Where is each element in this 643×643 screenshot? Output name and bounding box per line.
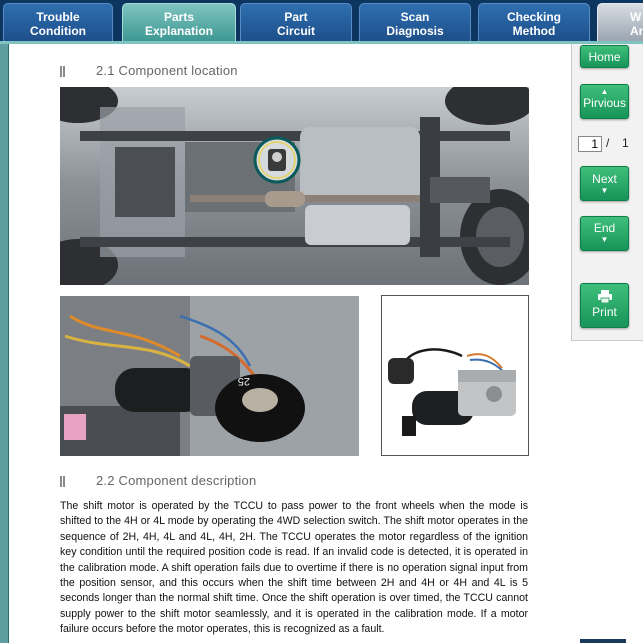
tab-parts-explanation[interactable]: Parts Explanation <box>122 3 236 41</box>
tab-part-circuit[interactable]: Part Circuit <box>240 3 352 41</box>
underbody-illustration <box>60 87 529 285</box>
end-button-label: End <box>593 221 616 235</box>
tab-label-line2: Circuit <box>276 24 315 38</box>
previous-button-label: Pirvious <box>583 96 626 110</box>
double-arrow-down-icon: ▼ <box>600 235 609 244</box>
tab-label-line2: An <box>630 24 643 38</box>
tab-label-line1: Parts <box>163 10 195 24</box>
tab-label-line2: Explanation <box>144 24 213 38</box>
print-button[interactable]: Print <box>580 283 629 328</box>
top-tab-bar: Trouble Condition Parts Explanation Part… <box>0 0 643 44</box>
tab-label-line2: Method <box>512 24 556 38</box>
tab-scan-diagnosis[interactable]: Scan Diagnosis <box>359 3 471 41</box>
transfer-case-illustration: 25 <box>60 296 359 456</box>
tab-trouble-condition[interactable]: Trouble Condition <box>3 3 113 41</box>
component-description-text: The shift motor is operated by the TCCU … <box>60 500 528 636</box>
next-button-label: Next <box>592 172 617 186</box>
page-number-input[interactable] <box>578 136 602 152</box>
home-button[interactable]: Home <box>580 45 629 68</box>
section-marker-icon <box>60 66 65 77</box>
shift-motor-illustration <box>382 296 528 455</box>
tab-label-line1: Part <box>284 10 308 24</box>
shift-motor-photo <box>381 295 529 456</box>
home-button-label: Home <box>588 50 621 64</box>
end-button[interactable]: End ▼ <box>580 216 629 251</box>
next-button[interactable]: Next ▼ <box>580 166 629 201</box>
arrow-up-icon: ▲ <box>600 87 609 96</box>
print-button-label: Print <box>592 305 617 319</box>
tab-underline <box>0 41 643 44</box>
printer-icon <box>597 290 612 303</box>
section-marker-icon <box>60 476 65 487</box>
detail-stamp-text: 25 <box>238 375 250 387</box>
tab-label-line2: Condition <box>30 24 86 38</box>
tab-label-line1: Trouble <box>36 10 80 24</box>
tab-label-line2: Diagnosis <box>386 24 444 38</box>
tab-label-line1: W <box>630 10 642 24</box>
section-title-description: 2.2 Component description <box>96 473 257 488</box>
tab-checking-method[interactable]: Checking Method <box>478 3 590 41</box>
left-frame <box>0 44 8 643</box>
arrow-down-icon: ▼ <box>600 186 609 195</box>
shift-motor-detail-photo: 25 <box>60 296 359 456</box>
previous-button[interactable]: ▲ Pirvious <box>580 84 629 119</box>
page-separator: / <box>606 136 610 150</box>
page-indicator: / 1 <box>578 136 638 152</box>
section-title-location: 2.1 Component location <box>96 63 238 78</box>
left-frame-edge <box>8 44 9 643</box>
page-total: 1 <box>622 136 629 150</box>
tab-label-line1: Checking <box>506 10 561 24</box>
tab-label-line1: Scan <box>400 10 430 24</box>
bottom-corner-element <box>580 639 626 643</box>
vehicle-underbody-photo <box>60 87 529 285</box>
tab-partial-next[interactable]: W An <box>597 3 643 41</box>
